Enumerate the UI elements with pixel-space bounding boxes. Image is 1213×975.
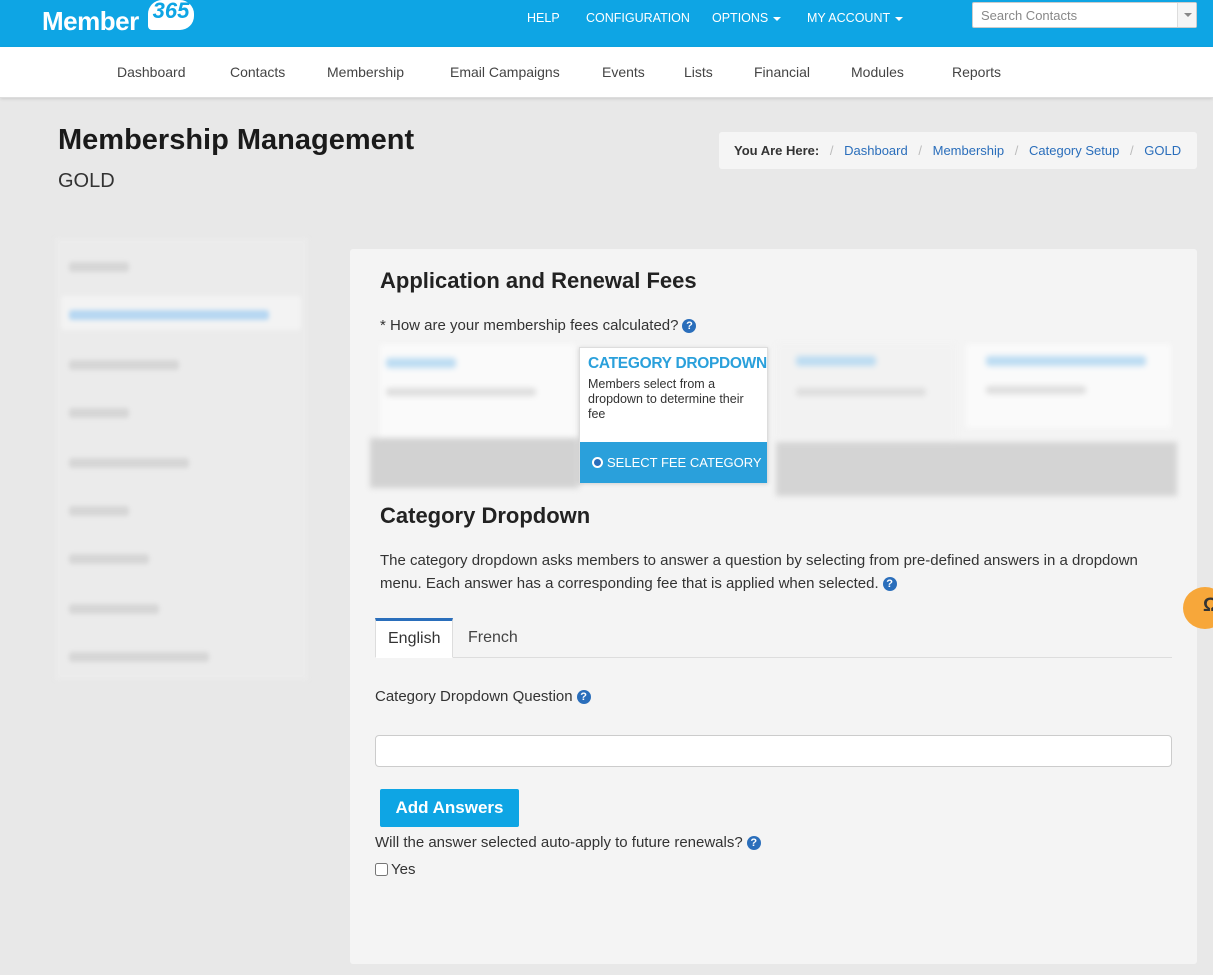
sidebar-placeholder [69, 458, 189, 468]
breadcrumb-separator: / [829, 143, 834, 158]
main-nav: Dashboard Contacts Membership Email Camp… [0, 47, 1213, 98]
nav-my-account[interactable]: MY ACCOUNT [807, 0, 904, 36]
sidebar-placeholder [69, 554, 149, 564]
search-input[interactable] [973, 3, 1178, 27]
main-nav-financial[interactable]: Financial [754, 47, 810, 98]
chat-glyph: Ω [1203, 595, 1213, 616]
blurred-sidebar [55, 238, 308, 680]
nav-options-label: OPTIONS [712, 11, 769, 25]
fee-option-category-dropdown[interactable]: CATEGORY DROPDOWN Members select from a … [579, 347, 768, 483]
blurred-fee-options-right [776, 338, 1177, 498]
radio-selected-icon [592, 457, 603, 468]
nav-help[interactable]: HELP [527, 0, 560, 36]
page-subtitle: GOLD [58, 170, 115, 192]
select-fee-category-button[interactable]: SELECT FEE CATEGORY [580, 442, 767, 483]
nav-my-account-label: MY ACCOUNT [807, 11, 891, 25]
logo-bubble: 365 [148, 0, 194, 30]
logo-number: 365 [152, 0, 190, 23]
main-nav-lists[interactable]: Lists [684, 47, 713, 98]
help-icon[interactable]: ? [882, 577, 897, 591]
auto-apply-yes-label[interactable]: Yes [391, 861, 415, 878]
sidebar-placeholder [69, 360, 179, 370]
fees-heading: Application and Renewal Fees [380, 268, 697, 293]
breadcrumb-separator: / [1014, 143, 1019, 158]
nav-configuration[interactable]: CONFIGURATION [586, 0, 690, 36]
caret-down-icon [895, 16, 904, 21]
add-answers-button[interactable]: Add Answers [380, 789, 519, 827]
main-nav-dashboard[interactable]: Dashboard [117, 47, 186, 98]
auto-apply-yes-checkbox[interactable] [375, 863, 388, 876]
nav-options[interactable]: OPTIONS [712, 0, 782, 36]
sidebar-placeholder [69, 652, 209, 662]
page-title: Membership Management [58, 124, 415, 156]
category-dropdown-question-input[interactable] [375, 735, 1172, 767]
question-field-label: Category Dropdown Question? [375, 688, 591, 705]
category-dropdown-heading: Category Dropdown [380, 503, 591, 528]
auto-apply-label-text: Will the answer selected auto-apply to f… [375, 834, 743, 851]
sidebar-placeholder [69, 262, 129, 272]
main-nav-contacts[interactable]: Contacts [230, 47, 285, 98]
main-nav-email-campaigns[interactable]: Email Campaigns [450, 47, 560, 98]
search-contacts [972, 2, 1197, 28]
tab-french[interactable]: French [456, 618, 530, 658]
main-nav-reports[interactable]: Reports [952, 47, 1001, 98]
main-nav-events[interactable]: Events [602, 47, 645, 98]
fees-question: * How are your membership fees calculate… [380, 317, 697, 334]
auto-apply-label: Will the answer selected auto-apply to f… [375, 834, 761, 851]
breadcrumb-gold[interactable]: GOLD [1144, 143, 1181, 158]
logo-text: Member [42, 6, 139, 36]
category-dropdown-description: The category dropdown asks members to an… [380, 549, 1170, 595]
category-dropdown-description-text: The category dropdown asks members to an… [380, 552, 1138, 592]
breadcrumb-category-setup[interactable]: Category Setup [1029, 143, 1119, 158]
help-icon[interactable]: ? [682, 319, 697, 333]
fee-option-title: CATEGORY DROPDOWN [588, 355, 767, 372]
fee-option-description: Members select from a dropdown to determ… [588, 377, 744, 421]
blurred-fee-option-left [370, 338, 579, 492]
breadcrumb: You Are Here: / Dashboard / Membership /… [719, 132, 1197, 169]
main-nav-modules[interactable]: Modules [851, 47, 904, 98]
breadcrumb-label: You Are Here: [734, 143, 820, 158]
top-bar: Member 365 HELP CONFIGURATION OPTIONS MY… [0, 0, 1213, 47]
question-field-label-text: Category Dropdown Question [375, 688, 573, 705]
sidebar-placeholder [69, 310, 269, 320]
tab-english[interactable]: English [375, 618, 454, 658]
breadcrumb-separator: / [918, 143, 922, 158]
breadcrumb-membership[interactable]: Membership [933, 143, 1005, 158]
fees-question-text: * How are your membership fees calculate… [380, 317, 679, 334]
breadcrumb-dashboard[interactable]: Dashboard [844, 143, 908, 158]
help-icon[interactable]: ? [746, 836, 761, 850]
sidebar-placeholder [69, 408, 129, 418]
search-dropdown-toggle[interactable] [1177, 3, 1196, 27]
sidebar-placeholder [69, 506, 129, 516]
sidebar-placeholder [69, 604, 159, 614]
caret-down-icon [773, 16, 782, 21]
help-icon[interactable]: ? [576, 690, 591, 704]
breadcrumb-separator: / [1129, 143, 1134, 158]
select-fee-category-label: SELECT FEE CATEGORY [607, 455, 762, 470]
main-nav-membership[interactable]: Membership [327, 47, 404, 98]
